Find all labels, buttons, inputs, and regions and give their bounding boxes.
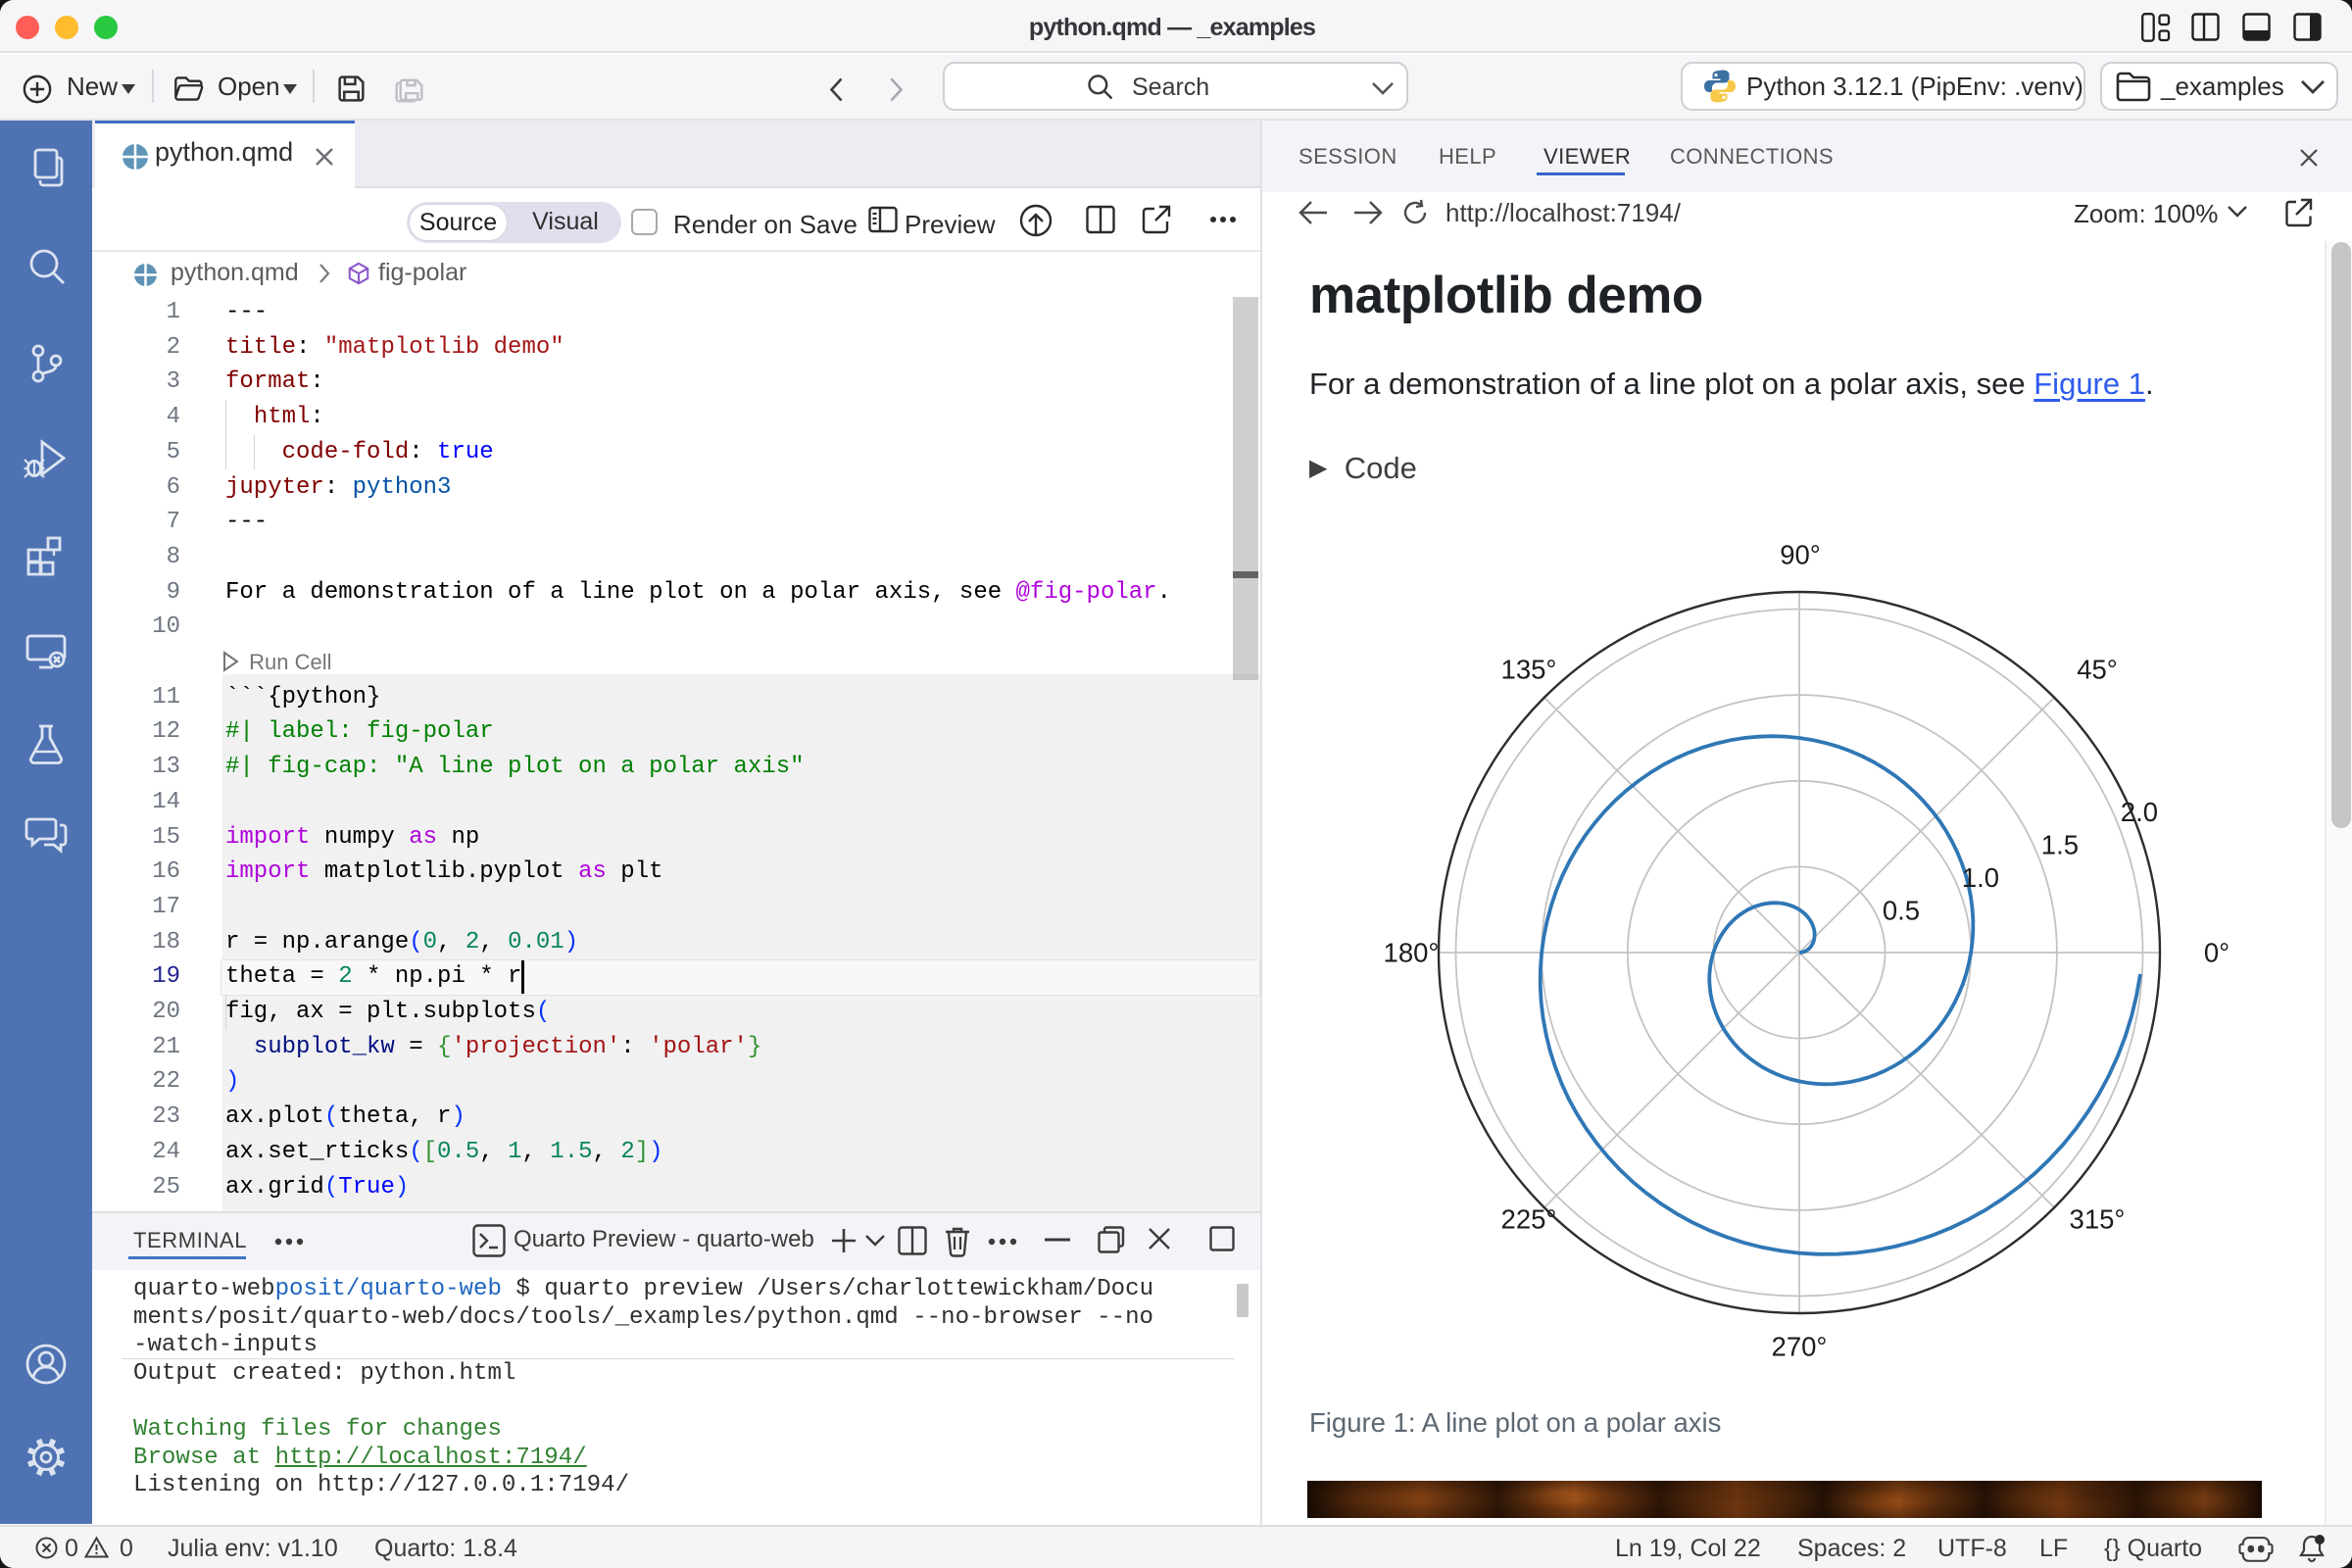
svg-text:45°: 45°: [2077, 655, 2118, 685]
svg-text:2.0: 2.0: [2121, 797, 2158, 827]
svg-text:225°: 225°: [1501, 1204, 1557, 1235]
svg-text:0°: 0°: [2204, 938, 2230, 968]
svg-text:135°: 135°: [1501, 655, 1557, 685]
svg-text:180°: 180°: [1384, 938, 1440, 968]
svg-text:1.0: 1.0: [1962, 862, 1999, 893]
svg-text:1.5: 1.5: [2041, 829, 2079, 859]
svg-text:0.5: 0.5: [1883, 895, 1920, 925]
svg-text:315°: 315°: [2070, 1204, 2126, 1235]
svg-text:270°: 270°: [1772, 1332, 1828, 1362]
svg-text:90°: 90°: [1780, 540, 1821, 570]
